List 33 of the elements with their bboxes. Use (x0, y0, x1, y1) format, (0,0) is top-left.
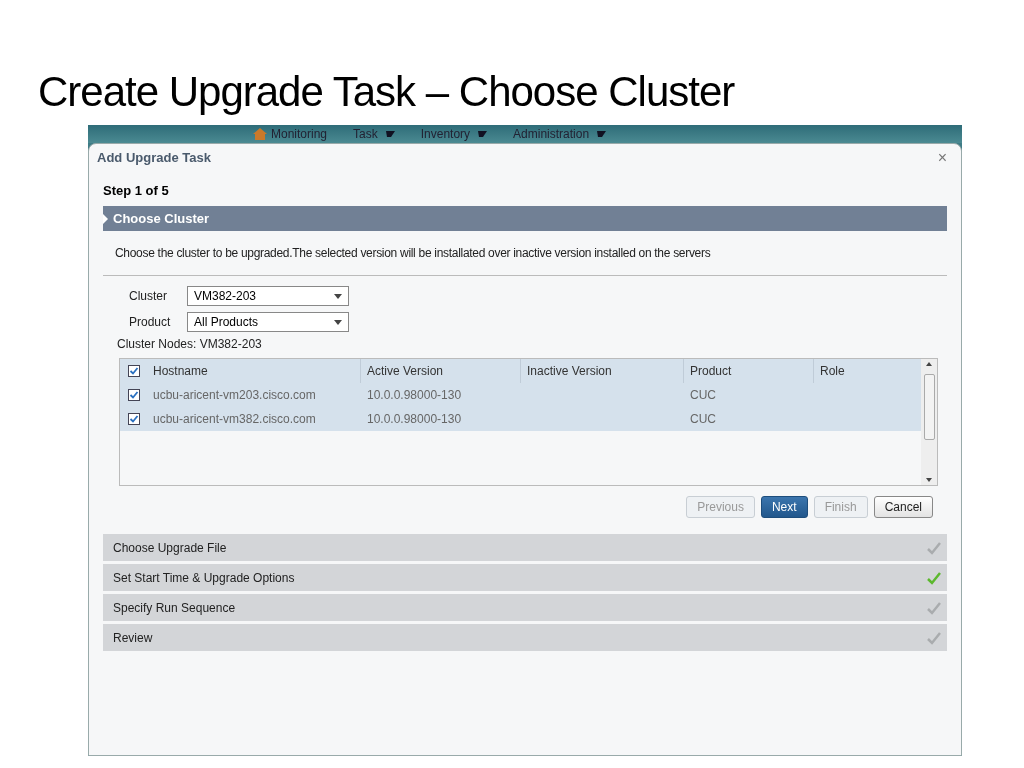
table-cell-text: CUC (690, 411, 716, 428)
caret-icon (334, 293, 342, 299)
select-field[interactable]: All Products (187, 312, 349, 332)
caret-icon (334, 319, 342, 325)
step-title: Choose Cluster (113, 209, 210, 228)
table-cell-text: 10.0.0.98000-130 (367, 387, 462, 404)
pointer-icon (103, 214, 108, 224)
nodes-label: Cluster Nodes: VM382-203 (117, 336, 262, 353)
table-cell-text: ucbu-aricent-vm382.cisco.com (153, 411, 316, 428)
table-cell-text: 10.0.0.98000-130 (367, 411, 462, 428)
wizard-button[interactable]: Next (760, 496, 808, 518)
step-row[interactable]: Set Start Time & Upgrade Options (103, 564, 947, 591)
step-row[interactable]: Specify Run Sequence (103, 594, 947, 621)
field-label: Cluster (129, 288, 168, 305)
step-header[interactable]: Choose Cluster (103, 206, 947, 231)
close-button[interactable]: × (937, 150, 947, 166)
step-label: Step 1 of 5 (103, 181, 169, 200)
column-header[interactable]: Role (814, 359, 921, 383)
checkbox[interactable] (127, 365, 140, 377)
checkbox[interactable] (127, 389, 140, 401)
checkbox[interactable] (127, 413, 140, 425)
step-row[interactable]: Choose Upgrade File (103, 534, 947, 561)
slide-title: Create Upgrade Task – Choose Cluster (38, 71, 735, 113)
wizard-button[interactable]: Cancel (873, 496, 933, 518)
table-cell-text: ucbu-aricent-vm203.cisco.com (153, 387, 316, 404)
field-label: Product (129, 314, 172, 331)
home-icon (253, 128, 267, 140)
description-text: Choose the cluster to be upgraded.The selected version will be installated over inactive version installed on the servers (115, 245, 711, 262)
select-field[interactable]: VM382-203 (187, 286, 349, 306)
scrollbar[interactable] (921, 359, 937, 485)
dialog-title: Add Upgrade Task (97, 149, 211, 168)
step-row[interactable]: Review (103, 624, 947, 651)
table-cell-text: CUC (690, 387, 716, 404)
